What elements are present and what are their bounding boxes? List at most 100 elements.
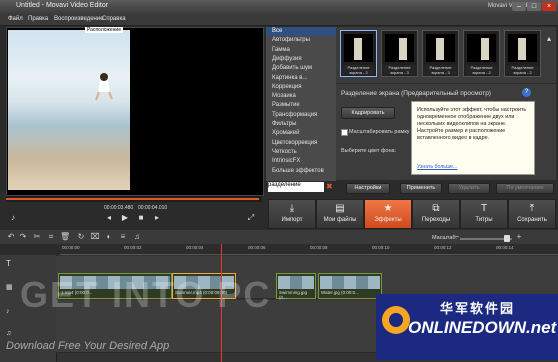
effect-category-item[interactable]: Размытие bbox=[272, 102, 300, 108]
ruler-tick-label: 00:00:06 bbox=[248, 245, 266, 250]
zoom-slider-thumb[interactable] bbox=[504, 235, 510, 242]
effect-category-item[interactable]: Автофильтры bbox=[272, 37, 310, 43]
effect-category-item[interactable]: Фильтры bbox=[272, 121, 296, 127]
thumbnail-caption: Разделение экрана - 2 bbox=[342, 65, 375, 75]
menu-playback[interactable]: Воспроизведение bbox=[54, 16, 104, 22]
logo-english-text: ONLINEDOWN.net bbox=[408, 318, 557, 337]
tool-label: Переходы bbox=[421, 217, 451, 223]
tool-titles[interactable]: T Титры bbox=[460, 199, 508, 229]
time-current: 00:00:03.480 bbox=[104, 205, 134, 211]
delete-button[interactable]: Удалить bbox=[448, 183, 490, 194]
title-bar: Untitled - Movavi Video Editor Movavi Vi… bbox=[0, 0, 558, 14]
play-icon[interactable]: ▶ bbox=[120, 213, 130, 223]
tool-label: Импорт bbox=[281, 217, 303, 223]
tool-label: Титры bbox=[475, 217, 493, 223]
zoom-in-icon[interactable]: + bbox=[514, 232, 524, 242]
clear-search-icon[interactable]: ✖ bbox=[326, 182, 334, 192]
thumbnail-image bbox=[385, 34, 414, 62]
minimize-button[interactable]: – bbox=[512, 2, 526, 11]
audio-track-icon: ♪ bbox=[6, 308, 10, 315]
settings-label: Настройки bbox=[354, 185, 382, 191]
menu-help[interactable]: Справка bbox=[102, 16, 126, 22]
tool-folder[interactable]: ▤ Мои файлы bbox=[316, 199, 364, 229]
default-button[interactable]: По умолчанию bbox=[496, 183, 554, 194]
effect-thumbnail[interactable]: Разделение экрана - 2 bbox=[463, 30, 500, 77]
scale-label: Масштабировать рамку по bbox=[349, 129, 418, 135]
thumbnail-caption: Разделение экрана - 3 bbox=[383, 65, 416, 75]
apply-label: Применить bbox=[406, 185, 436, 191]
delete-icon[interactable]: 🗑 bbox=[60, 232, 70, 242]
next-frame-icon[interactable]: ▸ bbox=[152, 213, 162, 223]
apply-button[interactable]: Применить bbox=[400, 183, 442, 194]
window-title: Untitled - Movavi Video Editor bbox=[16, 2, 109, 9]
video-track-icon: ▦ bbox=[6, 284, 13, 291]
video-clip[interactable]: Swimming.jpg (0... bbox=[276, 273, 316, 300]
color-icon[interactable]: ◐ bbox=[104, 232, 114, 242]
settings-button[interactable]: Настройки bbox=[346, 183, 390, 194]
effect-category-item[interactable]: Четкость bbox=[272, 149, 297, 155]
tool-import[interactable]: ⤓ Импорт bbox=[268, 199, 316, 229]
effect-category-item[interactable]: Трансформация bbox=[272, 112, 317, 118]
menu-file[interactable]: Файл bbox=[8, 16, 23, 22]
clip-properties-icon[interactable]: ≡ bbox=[118, 232, 128, 242]
effect-category-item[interactable]: IntrinsicFX bbox=[272, 158, 300, 164]
default-label: По умолчанию bbox=[506, 185, 544, 191]
video-clip[interactable]: Water.jpg (0:00:0... bbox=[318, 273, 382, 299]
stop-icon[interactable]: ■ bbox=[136, 213, 146, 223]
panel-title: Разделение экрана (Предварительный просм… bbox=[341, 90, 491, 97]
learn-more-link[interactable]: Узнать больше... bbox=[417, 164, 457, 170]
logo-chinese-text: 华军软件园 bbox=[440, 301, 516, 316]
tool-save[interactable]: ⤒ Сохранить bbox=[508, 199, 556, 229]
volume-icon[interactable]: ♪ bbox=[8, 213, 18, 223]
thumbnail-caption: Разделение экрана - 2 bbox=[506, 65, 539, 75]
effect-category-item[interactable]: Хромакей bbox=[272, 130, 300, 136]
redo-icon[interactable]: ↷ bbox=[18, 232, 28, 242]
help-icon[interactable]: ? bbox=[522, 88, 531, 97]
effect-category-item[interactable]: Коррекция bbox=[272, 84, 302, 90]
crop-icon[interactable]: ⌧ bbox=[90, 232, 100, 242]
ruler-tick-label: 00:00:12 bbox=[434, 245, 452, 250]
fullscreen-icon[interactable]: ⤢ bbox=[246, 213, 256, 223]
save-icon: ⤒ bbox=[529, 203, 535, 214]
preview-photo bbox=[8, 30, 130, 190]
effect-category-item[interactable]: Мозаика bbox=[272, 93, 296, 99]
effect-category-item[interactable]: Гамма bbox=[272, 47, 290, 53]
close-button[interactable]: × bbox=[542, 2, 556, 11]
tool-star[interactable]: ★ Эффекты bbox=[364, 199, 412, 229]
folder-icon: ▤ bbox=[335, 203, 345, 214]
prev-frame-icon[interactable]: ◂ bbox=[104, 213, 114, 223]
effect-category-item[interactable]: Добавить шум bbox=[272, 65, 312, 71]
scale-checkbox[interactable] bbox=[341, 129, 348, 136]
effect-category-item[interactable]: Картинка в... bbox=[272, 75, 307, 81]
logo-ring-inner bbox=[389, 313, 403, 327]
undo-icon[interactable]: ↶ bbox=[6, 232, 16, 242]
effects-search-input[interactable]: разделение bbox=[268, 182, 324, 192]
rotate-icon[interactable]: ↻ bbox=[76, 232, 86, 242]
menu-edit[interactable]: Правка bbox=[28, 16, 48, 22]
zoom-out-icon[interactable]: − bbox=[452, 232, 462, 242]
scroll-up-icon[interactable]: ▴ bbox=[544, 34, 554, 44]
audio-icon[interactable]: ♫ bbox=[132, 232, 142, 242]
background-color-label: Выберите цвет фона: bbox=[341, 148, 397, 154]
delete-label: Удалить bbox=[458, 185, 480, 191]
tool-transitions[interactable]: ⧉ Переходы bbox=[412, 199, 460, 229]
effect-thumbnail[interactable]: Разделение экрана - 3 bbox=[422, 30, 459, 77]
cut-icon[interactable]: ✂ bbox=[32, 232, 42, 242]
split-icon[interactable]: ⌗ bbox=[46, 232, 56, 242]
effect-thumbnail[interactable]: Разделение экрана - 2 bbox=[340, 30, 377, 77]
thumbnail-tower bbox=[399, 38, 407, 60]
effect-category-item[interactable]: Цветокоррекция bbox=[272, 140, 317, 146]
effect-thumbnail[interactable]: Разделение экрана - 2 bbox=[504, 30, 541, 77]
text-track-icon: T bbox=[6, 259, 11, 268]
effect-category-item[interactable]: Диффузия bbox=[272, 56, 302, 62]
effect-thumbnail[interactable]: Разделение экрана - 3 bbox=[381, 30, 418, 77]
getintopc-watermark: GET INTO PC bbox=[20, 274, 272, 315]
thumbnail-image bbox=[344, 34, 373, 62]
effect-category-item[interactable]: Больше эффектов bbox=[272, 168, 324, 174]
maximize-button[interactable]: □ bbox=[527, 2, 541, 11]
thumbnail-image bbox=[426, 34, 455, 62]
time-total: 00:00:04.010 bbox=[138, 205, 168, 211]
import-icon: ⤓ bbox=[289, 203, 295, 214]
crop-button[interactable]: Кадрировать bbox=[341, 107, 395, 119]
effect-category-item[interactable]: Все bbox=[272, 28, 282, 34]
